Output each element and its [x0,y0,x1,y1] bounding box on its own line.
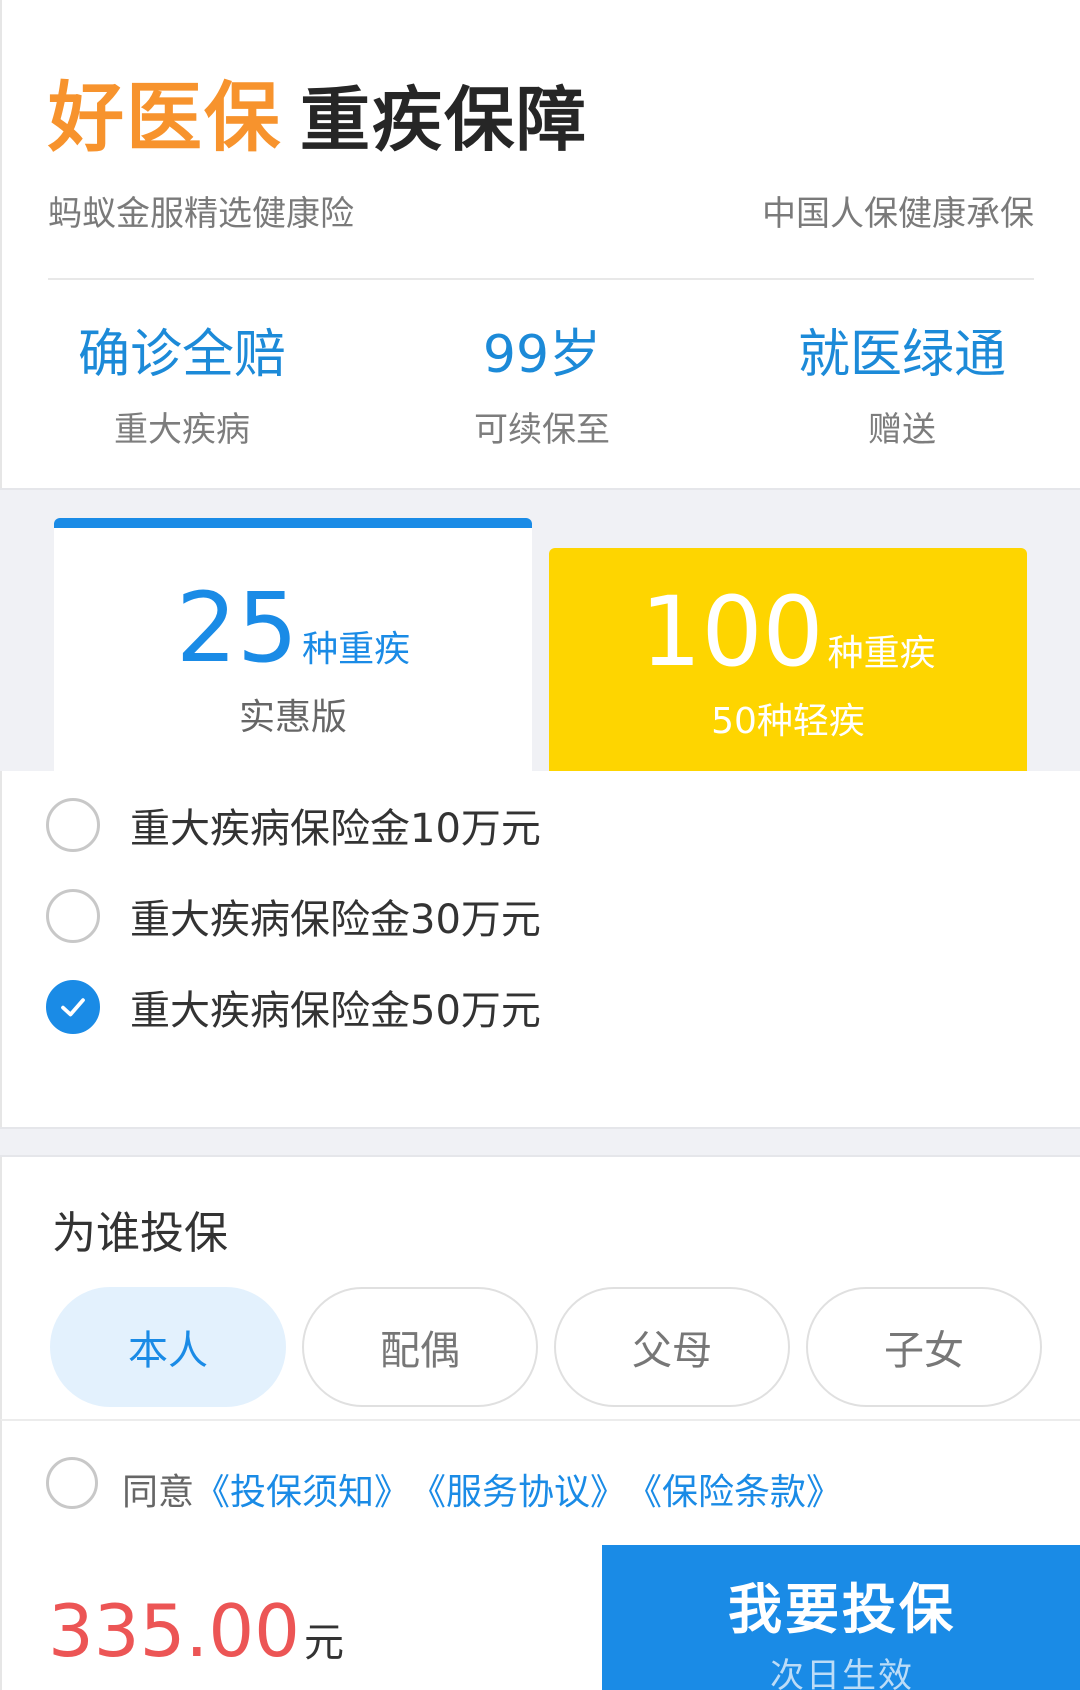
coverage-option-label: 重大疾病保险金50万元 [130,988,541,1034]
feature-list: 确诊全赔 重大疾病 99岁 可续保至 就医绿通 赠送 [2,320,1080,451]
radio-button-checked[interactable] [46,980,100,1034]
plan-selector: 25 种重疾 实惠版 100 种重疾 50种轻疾 [0,488,1080,773]
price-amount: 335.00 [48,1589,300,1673]
divider [48,278,1034,280]
feature-title: 就医绿通 [797,325,1006,385]
relation-children-button[interactable]: 子女 [806,1287,1042,1407]
agreement-text: 同意 《投保须知》 《服务协议》 《保险条款》 [122,1463,842,1515]
plan-tab-premium[interactable]: 100 种重疾 50种轻疾 [549,548,1027,773]
plan-tab-basic[interactable]: 25 种重疾 实惠版 [54,518,532,773]
coverage-option-10w[interactable]: 重大疾病保险金10万元 [46,795,541,855]
coverage-option-label: 重大疾病保险金10万元 [130,806,541,852]
brand-name: 好医保 [48,73,282,162]
buy-button[interactable]: 我要投保 次日生效 [602,1545,1080,1690]
product-header: 好医保 重疾保障 蚂蚁金服精选健康险 中国人保健康承保 确诊全赔 重大疾病 99… [0,0,1080,488]
radio-button[interactable] [46,889,100,943]
service-agreement-link[interactable]: 《服务协议》 [410,1463,626,1515]
coverage-option-label: 重大疾病保险金30万元 [130,897,541,943]
price-unit: 元 [303,1620,344,1666]
premium-price: 335.00 元 [48,1589,344,1673]
coverage-option-30w[interactable]: 重大疾病保险金30万元 [46,886,541,946]
section-title: 为谁投保 [52,1208,228,1259]
plan-unit: 种重疾 [827,633,936,674]
agreement-row: 同意 《投保须知》 《服务协议》 《保险条款》 [0,1419,1080,1545]
feature-caption: 赠送 [868,410,936,450]
agree-prefix: 同意 [122,1472,195,1513]
notice-link[interactable]: 《投保须知》 [194,1463,410,1515]
plan-number: 25 [175,572,299,684]
page-title: 好医保 重疾保障 [48,56,588,162]
feature-title: 99岁 [482,325,602,385]
buy-button-sublabel: 次日生效 [770,1656,914,1690]
plan-disease-count: 25 种重疾 [54,578,532,678]
insured-person-section: 为谁投保 本人 配偶 父母 子女 [0,1157,1080,1419]
plan-number: 100 [640,576,824,688]
feature-caption: 可续保至 [474,410,610,450]
plan-subtitle: 50种轻疾 [711,701,865,742]
feature-renewal-age: 99岁 可续保至 [362,320,722,451]
coverage-option-50w[interactable]: 重大疾病保险金50万元 [46,977,541,1037]
feature-full-payout: 确诊全赔 重大疾病 [2,320,362,451]
relation-spouse-button[interactable]: 配偶 [302,1287,538,1407]
plan-disease-count: 100 种重疾 [549,582,1027,682]
plan-unit: 种重疾 [302,629,411,670]
feature-title: 确诊全赔 [77,325,286,385]
coverage-options: 重大疾病保险金10万元 重大疾病保险金30万元 重大疾病保险金50万元 [0,771,1080,1127]
plan-subtitle: 实惠版 [238,697,347,738]
relation-self-button[interactable]: 本人 [50,1287,286,1407]
radio-button[interactable] [46,798,100,852]
agree-checkbox[interactable] [46,1457,98,1509]
relation-options: 本人 配偶 父母 子女 [50,1287,1042,1407]
policy-terms-link[interactable]: 《保险条款》 [626,1463,842,1515]
selection-tagline: 蚂蚁金服精选健康险 [48,194,354,234]
relation-parents-button[interactable]: 父母 [554,1287,790,1407]
feature-caption: 重大疾病 [114,410,250,450]
product-name: 重疾保障 [300,79,588,161]
feature-green-channel: 就医绿通 赠送 [722,320,1080,451]
section-gap [0,1127,1080,1157]
buy-button-label: 我要投保 [728,1578,956,1641]
underwriter-text: 中国人保健康承保 [762,194,1034,234]
check-icon [61,998,85,1017]
checkout-bar: 335.00 元 我要投保 次日生效 [0,1545,1080,1690]
